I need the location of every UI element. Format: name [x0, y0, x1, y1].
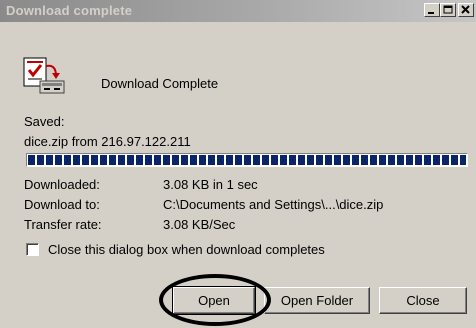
maximize-icon — [443, 5, 453, 14]
download-to-label: Download to: — [24, 197, 100, 212]
progress-fill — [28, 155, 466, 165]
title-bar[interactable]: Download complete — [0, 0, 476, 22]
transfer-rate-label: Transfer rate: — [24, 217, 102, 232]
downloaded-label: Downloaded: — [24, 177, 100, 192]
close-icon — [461, 5, 470, 14]
downloaded-value: 3.08 KB in 1 sec — [163, 177, 258, 192]
saved-file-source: dice.zip from 216.97.122.211 — [24, 134, 191, 149]
close-on-complete-checkbox[interactable] — [26, 243, 39, 256]
saved-label: Saved: — [24, 114, 65, 129]
download-complete-dialog: Download complete Download Complete Save… — [0, 0, 476, 328]
open-folder-button[interactable]: Open Folder — [264, 287, 370, 314]
close-window-button[interactable] — [458, 3, 474, 17]
maximize-button[interactable] — [440, 3, 456, 17]
open-button[interactable]: Open — [172, 286, 256, 315]
transfer-rate-value: 3.08 KB/Sec — [163, 217, 236, 232]
download-to-value: C:\Documents and Settings\...\dice.zip — [163, 197, 384, 212]
download-status-heading: Download Complete — [101, 76, 219, 91]
minimize-icon — [428, 12, 434, 14]
close-on-complete-label[interactable]: Close this dialog box when download comp… — [48, 242, 325, 257]
window-title: Download complete — [6, 3, 133, 18]
close-button[interactable]: Close — [379, 287, 467, 314]
download-complete-icon — [22, 56, 66, 96]
download-progress-bar — [26, 153, 468, 167]
minimize-button[interactable] — [424, 3, 440, 17]
